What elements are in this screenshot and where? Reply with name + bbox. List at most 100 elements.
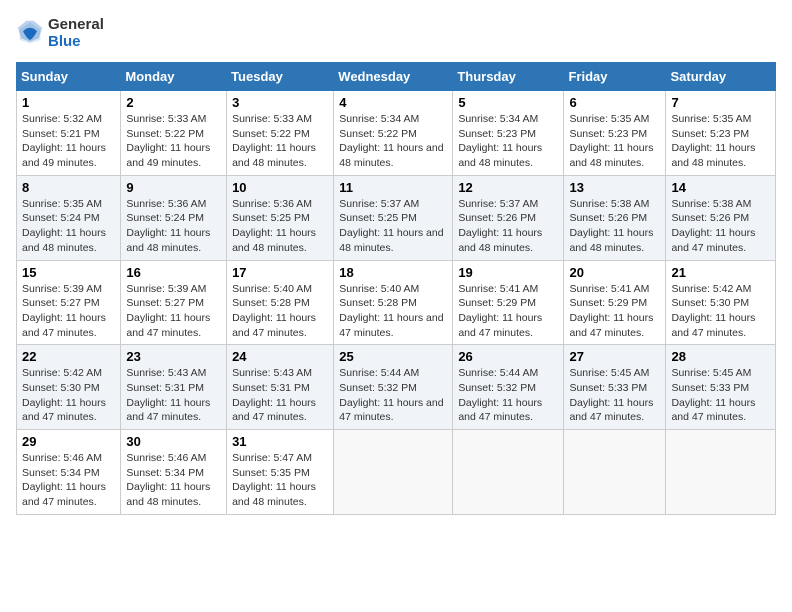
day-info: Sunrise: 5:40 AM Sunset: 5:28 PM Dayligh… — [339, 282, 447, 341]
day-info: Sunrise: 5:44 AM Sunset: 5:32 PM Dayligh… — [458, 366, 558, 425]
weekday-header-wednesday: Wednesday — [334, 63, 453, 91]
day-number: 23 — [126, 349, 221, 364]
day-number: 20 — [569, 265, 660, 280]
day-number: 2 — [126, 95, 221, 110]
day-number: 11 — [339, 180, 447, 195]
calendar-cell: 2 Sunrise: 5:33 AM Sunset: 5:22 PM Dayli… — [121, 91, 227, 176]
weekday-header-thursday: Thursday — [453, 63, 564, 91]
day-number: 19 — [458, 265, 558, 280]
day-info: Sunrise: 5:37 AM Sunset: 5:26 PM Dayligh… — [458, 197, 558, 256]
day-info: Sunrise: 5:45 AM Sunset: 5:33 PM Dayligh… — [569, 366, 660, 425]
calendar-cell: 22 Sunrise: 5:42 AM Sunset: 5:30 PM Dayl… — [17, 345, 121, 430]
day-number: 5 — [458, 95, 558, 110]
calendar-week-row: 15 Sunrise: 5:39 AM Sunset: 5:27 PM Dayl… — [17, 260, 776, 345]
calendar-cell: 10 Sunrise: 5:36 AM Sunset: 5:25 PM Dayl… — [227, 175, 334, 260]
day-info: Sunrise: 5:36 AM Sunset: 5:24 PM Dayligh… — [126, 197, 221, 256]
day-info: Sunrise: 5:47 AM Sunset: 5:35 PM Dayligh… — [232, 451, 328, 510]
calendar-cell: 30 Sunrise: 5:46 AM Sunset: 5:34 PM Dayl… — [121, 430, 227, 515]
calendar-cell — [666, 430, 776, 515]
day-number: 9 — [126, 180, 221, 195]
day-info: Sunrise: 5:42 AM Sunset: 5:30 PM Dayligh… — [671, 282, 770, 341]
calendar-cell: 11 Sunrise: 5:37 AM Sunset: 5:25 PM Dayl… — [334, 175, 453, 260]
day-info: Sunrise: 5:35 AM Sunset: 5:24 PM Dayligh… — [22, 197, 115, 256]
calendar-cell: 29 Sunrise: 5:46 AM Sunset: 5:34 PM Dayl… — [17, 430, 121, 515]
day-info: Sunrise: 5:34 AM Sunset: 5:22 PM Dayligh… — [339, 112, 447, 171]
day-info: Sunrise: 5:45 AM Sunset: 5:33 PM Dayligh… — [671, 366, 770, 425]
day-info: Sunrise: 5:43 AM Sunset: 5:31 PM Dayligh… — [126, 366, 221, 425]
day-info: Sunrise: 5:42 AM Sunset: 5:30 PM Dayligh… — [22, 366, 115, 425]
day-number: 26 — [458, 349, 558, 364]
day-number: 12 — [458, 180, 558, 195]
calendar-cell: 25 Sunrise: 5:44 AM Sunset: 5:32 PM Dayl… — [334, 345, 453, 430]
weekday-header-tuesday: Tuesday — [227, 63, 334, 91]
calendar-cell — [334, 430, 453, 515]
calendar-cell: 9 Sunrise: 5:36 AM Sunset: 5:24 PM Dayli… — [121, 175, 227, 260]
calendar-cell: 31 Sunrise: 5:47 AM Sunset: 5:35 PM Dayl… — [227, 430, 334, 515]
calendar-cell: 20 Sunrise: 5:41 AM Sunset: 5:29 PM Dayl… — [564, 260, 666, 345]
day-number: 17 — [232, 265, 328, 280]
calendar-table: SundayMondayTuesdayWednesdayThursdayFrid… — [16, 62, 776, 515]
day-number: 24 — [232, 349, 328, 364]
day-info: Sunrise: 5:34 AM Sunset: 5:23 PM Dayligh… — [458, 112, 558, 171]
day-number: 7 — [671, 95, 770, 110]
calendar-cell: 26 Sunrise: 5:44 AM Sunset: 5:32 PM Dayl… — [453, 345, 564, 430]
day-info: Sunrise: 5:32 AM Sunset: 5:21 PM Dayligh… — [22, 112, 115, 171]
weekday-header-saturday: Saturday — [666, 63, 776, 91]
day-number: 15 — [22, 265, 115, 280]
calendar-cell: 21 Sunrise: 5:42 AM Sunset: 5:30 PM Dayl… — [666, 260, 776, 345]
day-info: Sunrise: 5:33 AM Sunset: 5:22 PM Dayligh… — [232, 112, 328, 171]
calendar-cell: 1 Sunrise: 5:32 AM Sunset: 5:21 PM Dayli… — [17, 91, 121, 176]
day-number: 29 — [22, 434, 115, 449]
calendar-cell: 4 Sunrise: 5:34 AM Sunset: 5:22 PM Dayli… — [334, 91, 453, 176]
weekday-header-sunday: Sunday — [17, 63, 121, 91]
day-info: Sunrise: 5:38 AM Sunset: 5:26 PM Dayligh… — [569, 197, 660, 256]
calendar-cell: 16 Sunrise: 5:39 AM Sunset: 5:27 PM Dayl… — [121, 260, 227, 345]
day-info: Sunrise: 5:44 AM Sunset: 5:32 PM Dayligh… — [339, 366, 447, 425]
day-info: Sunrise: 5:39 AM Sunset: 5:27 PM Dayligh… — [126, 282, 221, 341]
calendar-cell: 6 Sunrise: 5:35 AM Sunset: 5:23 PM Dayli… — [564, 91, 666, 176]
day-info: Sunrise: 5:38 AM Sunset: 5:26 PM Dayligh… — [671, 197, 770, 256]
calendar-week-row: 22 Sunrise: 5:42 AM Sunset: 5:30 PM Dayl… — [17, 345, 776, 430]
day-number: 4 — [339, 95, 447, 110]
weekday-header-friday: Friday — [564, 63, 666, 91]
calendar-cell: 24 Sunrise: 5:43 AM Sunset: 5:31 PM Dayl… — [227, 345, 334, 430]
day-number: 22 — [22, 349, 115, 364]
calendar-cell: 28 Sunrise: 5:45 AM Sunset: 5:33 PM Dayl… — [666, 345, 776, 430]
day-info: Sunrise: 5:46 AM Sunset: 5:34 PM Dayligh… — [126, 451, 221, 510]
day-number: 1 — [22, 95, 115, 110]
calendar-cell: 17 Sunrise: 5:40 AM Sunset: 5:28 PM Dayl… — [227, 260, 334, 345]
calendar-week-row: 29 Sunrise: 5:46 AM Sunset: 5:34 PM Dayl… — [17, 430, 776, 515]
calendar-cell: 12 Sunrise: 5:37 AM Sunset: 5:26 PM Dayl… — [453, 175, 564, 260]
day-number: 18 — [339, 265, 447, 280]
day-number: 30 — [126, 434, 221, 449]
day-number: 16 — [126, 265, 221, 280]
calendar-cell: 19 Sunrise: 5:41 AM Sunset: 5:29 PM Dayl… — [453, 260, 564, 345]
day-info: Sunrise: 5:39 AM Sunset: 5:27 PM Dayligh… — [22, 282, 115, 341]
logo-icon — [16, 19, 44, 47]
calendar-cell: 15 Sunrise: 5:39 AM Sunset: 5:27 PM Dayl… — [17, 260, 121, 345]
day-info: Sunrise: 5:36 AM Sunset: 5:25 PM Dayligh… — [232, 197, 328, 256]
calendar-cell: 27 Sunrise: 5:45 AM Sunset: 5:33 PM Dayl… — [564, 345, 666, 430]
day-info: Sunrise: 5:33 AM Sunset: 5:22 PM Dayligh… — [126, 112, 221, 171]
day-info: Sunrise: 5:46 AM Sunset: 5:34 PM Dayligh… — [22, 451, 115, 510]
logo-text: General Blue — [48, 16, 104, 50]
day-number: 8 — [22, 180, 115, 195]
calendar-week-row: 8 Sunrise: 5:35 AM Sunset: 5:24 PM Dayli… — [17, 175, 776, 260]
calendar-cell — [453, 430, 564, 515]
day-number: 28 — [671, 349, 770, 364]
day-number: 10 — [232, 180, 328, 195]
day-info: Sunrise: 5:43 AM Sunset: 5:31 PM Dayligh… — [232, 366, 328, 425]
calendar-cell: 13 Sunrise: 5:38 AM Sunset: 5:26 PM Dayl… — [564, 175, 666, 260]
day-info: Sunrise: 5:41 AM Sunset: 5:29 PM Dayligh… — [458, 282, 558, 341]
day-number: 31 — [232, 434, 328, 449]
calendar-cell: 8 Sunrise: 5:35 AM Sunset: 5:24 PM Dayli… — [17, 175, 121, 260]
day-number: 3 — [232, 95, 328, 110]
day-number: 6 — [569, 95, 660, 110]
page-header: General Blue — [16, 16, 776, 50]
calendar-cell: 7 Sunrise: 5:35 AM Sunset: 5:23 PM Dayli… — [666, 91, 776, 176]
day-info: Sunrise: 5:35 AM Sunset: 5:23 PM Dayligh… — [569, 112, 660, 171]
calendar-week-row: 1 Sunrise: 5:32 AM Sunset: 5:21 PM Dayli… — [17, 91, 776, 176]
day-info: Sunrise: 5:35 AM Sunset: 5:23 PM Dayligh… — [671, 112, 770, 171]
day-info: Sunrise: 5:37 AM Sunset: 5:25 PM Dayligh… — [339, 197, 447, 256]
calendar-cell — [564, 430, 666, 515]
